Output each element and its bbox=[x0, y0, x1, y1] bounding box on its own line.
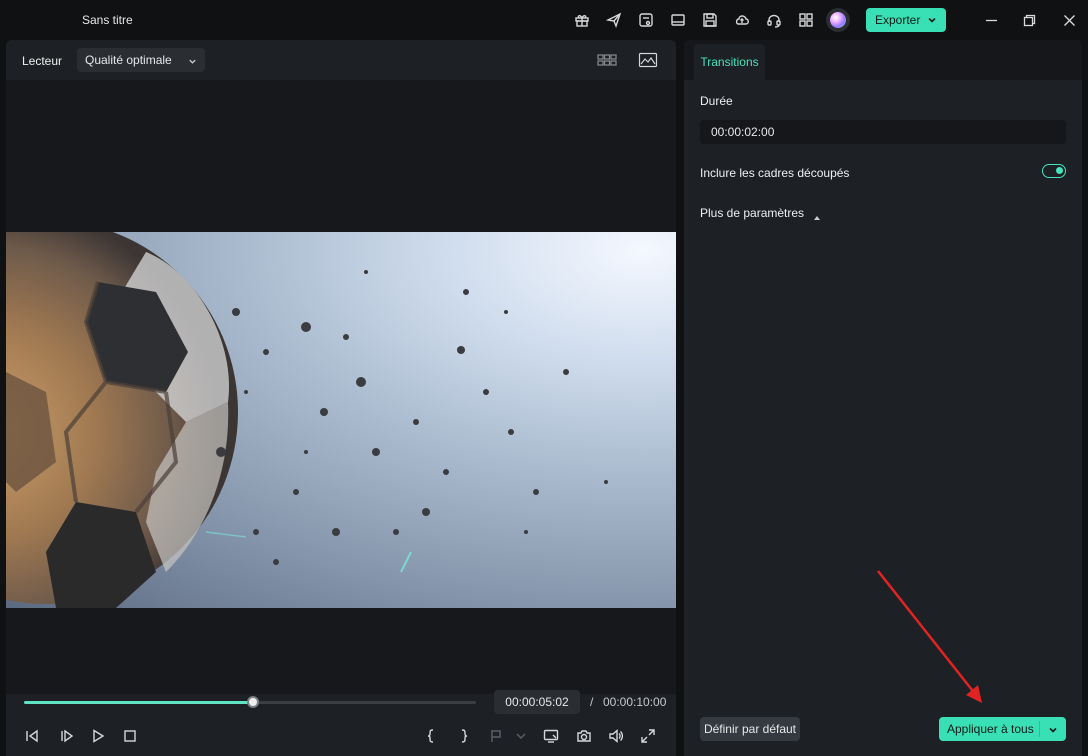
player-label: Lecteur bbox=[22, 54, 63, 68]
save-icon[interactable] bbox=[700, 10, 720, 30]
quality-select[interactable]: Qualité optimale bbox=[77, 48, 205, 72]
progress-fill bbox=[24, 701, 254, 704]
duration-field[interactable] bbox=[700, 120, 1066, 144]
apply-all-button[interactable]: Appliquer à tous bbox=[939, 717, 1066, 741]
include-trimmed-label: Inclure les cadres découpés bbox=[700, 166, 850, 180]
camera-icon[interactable] bbox=[574, 726, 594, 746]
toggle-knob bbox=[1056, 167, 1063, 174]
fullscreen-icon[interactable] bbox=[638, 726, 658, 746]
transitions-panel: Transitions Durée Inclure les cadres déc… bbox=[684, 40, 1082, 756]
export-button[interactable]: Exporter bbox=[866, 8, 946, 32]
total-time: 00:00:10:00 bbox=[603, 695, 667, 709]
avatar[interactable] bbox=[826, 8, 850, 32]
grid-view-icon[interactable] bbox=[596, 51, 618, 69]
tab-strip: Transitions bbox=[684, 40, 1082, 80]
tab-transitions[interactable]: Transitions bbox=[694, 44, 765, 80]
grid-icon[interactable] bbox=[796, 10, 816, 30]
marker-icon[interactable] bbox=[486, 726, 506, 746]
next-frame-icon[interactable] bbox=[57, 726, 77, 746]
time-separator: / bbox=[590, 695, 594, 709]
set-default-button[interactable]: Définir par défaut bbox=[700, 717, 800, 741]
minimize-button[interactable] bbox=[981, 10, 1001, 30]
player-header: Lecteur Qualité optimale bbox=[6, 40, 676, 80]
restore-button[interactable] bbox=[1019, 10, 1039, 30]
duration-label: Durée bbox=[700, 94, 733, 108]
ai-orb-icon bbox=[830, 12, 846, 28]
layout-icon[interactable] bbox=[668, 10, 688, 30]
chevron-down-icon bbox=[188, 55, 197, 69]
quality-value: Qualité optimale bbox=[85, 53, 172, 67]
mark-out-icon[interactable] bbox=[454, 726, 474, 746]
progress-knob[interactable] bbox=[247, 696, 260, 708]
play-icon[interactable] bbox=[88, 726, 108, 746]
include-trimmed-toggle[interactable] bbox=[1042, 164, 1066, 178]
video-frame[interactable] bbox=[6, 232, 676, 608]
media-icon[interactable] bbox=[636, 10, 656, 30]
chevron-down-icon[interactable] bbox=[511, 726, 531, 746]
more-params-label[interactable]: Plus de paramètres bbox=[700, 206, 804, 220]
volume-icon[interactable] bbox=[606, 726, 626, 746]
soccer-ball-image bbox=[6, 232, 608, 608]
cloud-upload-icon[interactable] bbox=[732, 10, 752, 30]
close-button[interactable] bbox=[1059, 10, 1079, 30]
title-bar: Sans titre Exporter bbox=[0, 0, 1088, 40]
caret-up-icon[interactable] bbox=[813, 210, 821, 220]
mark-in-icon[interactable] bbox=[421, 726, 441, 746]
button-divider bbox=[1039, 721, 1040, 737]
chevron-down-icon[interactable] bbox=[1048, 724, 1058, 738]
window-title: Sans titre bbox=[82, 13, 133, 27]
headset-icon[interactable] bbox=[764, 10, 784, 30]
progress-track[interactable] bbox=[24, 696, 476, 708]
current-time[interactable]: 00:00:05:02 bbox=[494, 690, 580, 714]
export-label: Exporter bbox=[875, 13, 921, 27]
image-icon[interactable] bbox=[637, 51, 659, 69]
player-panel: Lecteur Qualité optimale 00:00:05:02 / 0… bbox=[6, 40, 676, 756]
stop-icon[interactable] bbox=[120, 726, 140, 746]
apply-all-label: Appliquer à tous bbox=[947, 722, 1034, 736]
preview-canvas bbox=[6, 80, 676, 694]
previous-frame-icon[interactable] bbox=[22, 726, 42, 746]
gift-icon[interactable] bbox=[572, 10, 592, 30]
chevron-down-icon bbox=[927, 14, 937, 24]
playback-controls: 00:00:05:02 / 00:00:10:00 bbox=[6, 690, 676, 756]
send-icon[interactable] bbox=[604, 10, 624, 30]
display-settings-icon[interactable] bbox=[541, 726, 561, 746]
